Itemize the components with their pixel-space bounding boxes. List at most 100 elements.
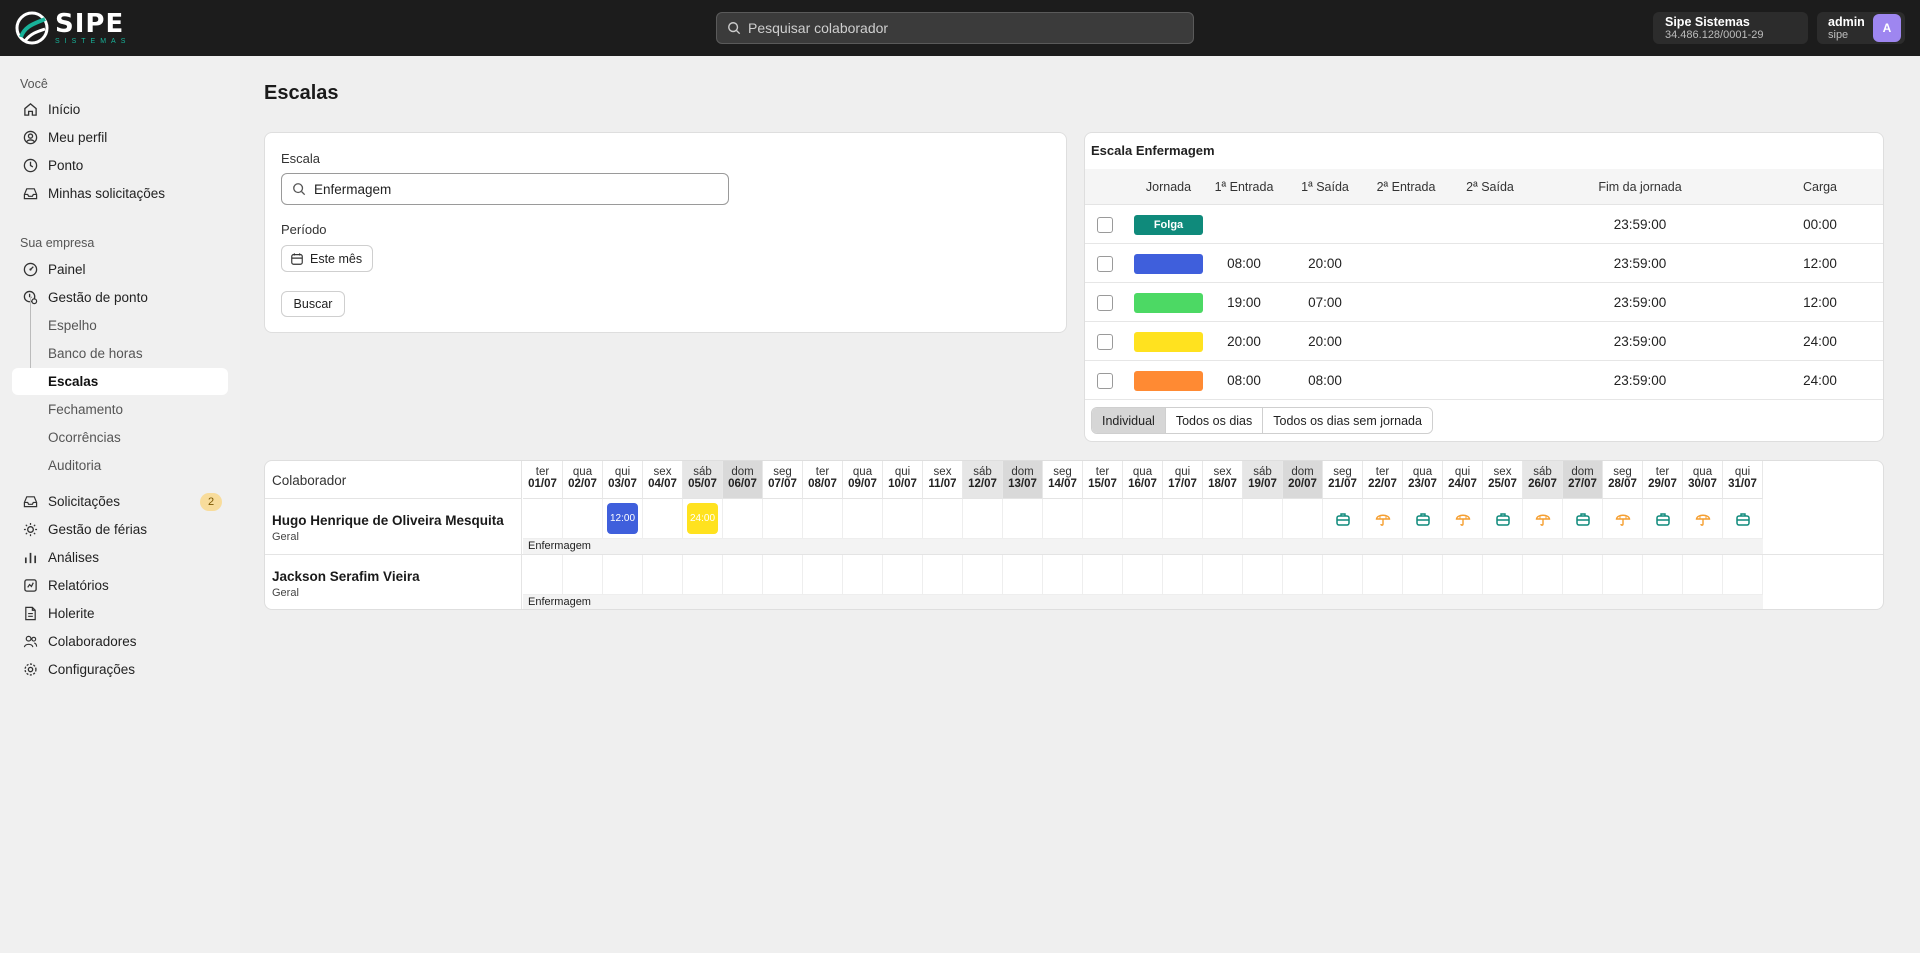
day-cell[interactable] [1083, 499, 1123, 539]
view-option-todos-os-dias-sem-jornada[interactable]: Todos os dias sem jornada [1262, 408, 1432, 433]
day-cell[interactable] [883, 499, 923, 539]
user-menu[interactable]: admin sipe A [1817, 12, 1905, 44]
escala-select[interactable]: Enfermagem [281, 173, 729, 205]
day-cell[interactable] [843, 555, 883, 595]
day-cell[interactable] [843, 499, 883, 539]
collaborator-cell[interactable]: Hugo Henrique de Oliveira Mesquita Geral [265, 499, 522, 555]
day-cell[interactable] [1283, 499, 1323, 539]
sidebar-item-holerite[interactable]: Holerite [12, 600, 228, 627]
collaborator-group: Geral [272, 587, 299, 599]
sidebar-item-banco-de-horas[interactable]: Banco de horas [12, 340, 228, 367]
day-cell[interactable] [1123, 499, 1163, 539]
sidebar-item-fechamento[interactable]: Fechamento [12, 396, 228, 423]
sidebar-item-label: Painel [48, 262, 86, 277]
day-cell[interactable] [523, 499, 563, 539]
row-checkbox[interactable] [1097, 334, 1113, 350]
saida-1-cell: 20:00 [1308, 334, 1342, 349]
search-input[interactable] [748, 20, 1168, 36]
sidebar-item-configuracoes[interactable]: Configurações [12, 656, 228, 683]
day-cell[interactable] [923, 555, 963, 595]
jornada-chip[interactable] [1134, 332, 1203, 352]
sidebar-item-colaboradores[interactable]: Colaboradores [12, 628, 228, 655]
day-cell[interactable] [1443, 555, 1483, 595]
sidebar-item-escalas[interactable]: Escalas [12, 368, 228, 395]
shift-block[interactable]: 12:00 [607, 503, 638, 534]
day-cell[interactable] [723, 555, 763, 595]
day-cell[interactable] [1043, 499, 1083, 539]
sipe-logo[interactable]: SIPE SISTEMAS [15, 10, 130, 46]
day-cell[interactable] [1123, 555, 1163, 595]
periodo-button[interactable]: Este mês [281, 245, 373, 272]
view-option-todos-os-dias[interactable]: Todos os dias [1164, 408, 1263, 433]
day-cell[interactable] [1083, 555, 1123, 595]
day-header: qua 23/07 [1403, 461, 1443, 499]
sidebar-item-meu-perfil[interactable]: Meu perfil [12, 124, 228, 151]
day-cell[interactable] [923, 499, 963, 539]
day-cell[interactable] [1003, 555, 1043, 595]
day-cell[interactable] [563, 499, 603, 539]
avatar[interactable]: A [1873, 14, 1901, 42]
day-cell[interactable] [963, 555, 1003, 595]
row-checkbox[interactable] [1097, 373, 1113, 389]
day-cell[interactable] [763, 499, 803, 539]
day-cell[interactable] [1243, 555, 1283, 595]
day-cell[interactable] [603, 555, 643, 595]
day-cell[interactable] [1323, 555, 1363, 595]
day-weekday: seg [1613, 466, 1632, 478]
day-cell[interactable] [1043, 555, 1083, 595]
sidebar-item-label: Colaboradores [48, 634, 137, 649]
day-cell[interactable] [883, 555, 923, 595]
day-cell[interactable] [1363, 555, 1403, 595]
shift-block[interactable]: 24:00 [687, 503, 718, 534]
day-cell[interactable] [563, 555, 603, 595]
day-cell[interactable] [1683, 555, 1723, 595]
sidebar-item-relatorios[interactable]: Relatórios [12, 572, 228, 599]
day-cell[interactable] [1243, 499, 1283, 539]
day-cell[interactable] [723, 499, 763, 539]
sidebar-item-ponto[interactable]: Ponto [12, 152, 228, 179]
day-cell[interactable] [1163, 499, 1203, 539]
sidebar-item-analises[interactable]: Análises [12, 544, 228, 571]
sidebar-item-gestao-de-ponto[interactable]: Gestão de ponto [12, 284, 228, 311]
day-cell[interactable] [1563, 555, 1603, 595]
sidebar-item-painel[interactable]: Painel [12, 256, 228, 283]
day-cell[interactable] [1603, 555, 1643, 595]
row-checkbox[interactable] [1097, 217, 1113, 233]
jornada-chip[interactable] [1134, 254, 1203, 274]
day-cell[interactable] [1523, 555, 1563, 595]
day-cell[interactable] [763, 555, 803, 595]
day-cell[interactable] [803, 555, 843, 595]
jornada-chip[interactable]: Folga [1134, 215, 1203, 235]
day-cell[interactable] [803, 499, 843, 539]
search-bar[interactable] [716, 12, 1194, 44]
day-cell[interactable] [1643, 555, 1683, 595]
day-cell[interactable] [683, 555, 723, 595]
day-cell[interactable] [1163, 555, 1203, 595]
day-cell[interactable] [643, 555, 683, 595]
day-cell[interactable] [1483, 555, 1523, 595]
row-checkbox[interactable] [1097, 256, 1113, 272]
sidebar-item-solicitacoes[interactable]: Solicitações 2 [12, 488, 228, 515]
jornada-chip[interactable] [1134, 293, 1203, 313]
company-selector[interactable]: Sipe Sistemas 34.486.128/0001-29 [1653, 12, 1808, 44]
day-cell[interactable] [523, 555, 563, 595]
day-cell[interactable] [1403, 555, 1443, 595]
sidebar-item-minhas-solicitacoes[interactable]: Minhas solicitações [12, 180, 228, 207]
sidebar-item-inicio[interactable]: Início [12, 96, 228, 123]
day-cell[interactable] [963, 499, 1003, 539]
day-cell[interactable] [1203, 555, 1243, 595]
row-checkbox[interactable] [1097, 295, 1113, 311]
day-cell[interactable] [1723, 555, 1763, 595]
collaborator-cell[interactable]: Jackson Serafim Vieira Geral [265, 555, 522, 609]
sidebar-item-espelho[interactable]: Espelho [12, 312, 228, 339]
day-cell[interactable] [1203, 499, 1243, 539]
sidebar-item-auditoria[interactable]: Auditoria [12, 452, 228, 479]
buscar-button[interactable]: Buscar [281, 291, 345, 317]
day-cell[interactable] [1283, 555, 1323, 595]
day-cell[interactable] [1003, 499, 1043, 539]
sidebar-item-ocorrencias[interactable]: Ocorrências [12, 424, 228, 451]
day-cell[interactable] [643, 499, 683, 539]
view-option-individual[interactable]: Individual [1092, 408, 1165, 433]
sidebar-item-gestao-de-ferias[interactable]: Gestão de férias [12, 516, 228, 543]
jornada-chip[interactable] [1134, 371, 1203, 391]
